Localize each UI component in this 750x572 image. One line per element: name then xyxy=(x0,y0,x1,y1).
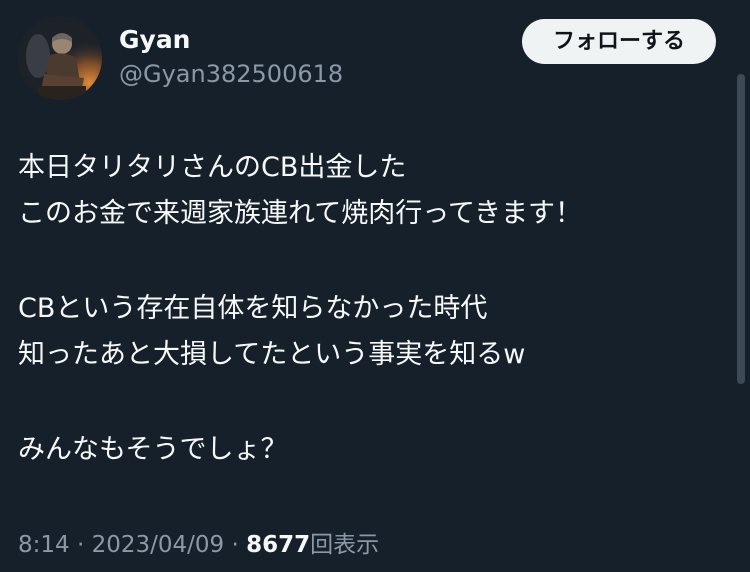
avatar[interactable] xyxy=(18,16,102,100)
tweet-card: Gyan @Gyan382500618 フォローする 本日タリタリさんのCB出金… xyxy=(0,0,750,572)
meta-separator: · xyxy=(224,532,247,558)
meta-separator: · xyxy=(69,532,92,558)
scrollbar[interactable] xyxy=(737,74,745,384)
tweet-date[interactable]: 2023/04/09 xyxy=(92,532,225,558)
tweet-text-blank-line xyxy=(18,237,728,286)
tweet-text-line: このお金で来週家族連れて焼肉行ってきます！ xyxy=(18,198,583,229)
follow-button[interactable]: フォローする xyxy=(522,19,716,64)
tweet-text-line: 知ったあと大損してたという事実を知るw xyxy=(18,339,526,370)
tweet-text-line: 本日タリタリさんのCB出金した xyxy=(18,152,407,183)
tweet-time[interactable]: 8:14 xyxy=(18,532,70,558)
user-handle[interactable]: @Gyan382500618 xyxy=(119,59,343,89)
display-name[interactable]: Gyan xyxy=(119,24,190,56)
tweet-text-blank-line xyxy=(18,378,728,427)
tweet-text-line: CBという存在自体を知らなかった時代 xyxy=(18,293,488,324)
views-label: 回表示 xyxy=(310,532,380,558)
tweet-meta: 8:14 · 2023/04/09 · 8677回表示 xyxy=(18,529,379,561)
avatar-image xyxy=(18,16,102,100)
tweet-text-line: みんなもそうでしょ？ xyxy=(18,434,288,465)
views-count: 8677 xyxy=(246,532,311,558)
tweet-text: 本日タリタリさんのCB出金した このお金で来週家族連れて焼肉行ってきます！ CB… xyxy=(18,145,728,473)
